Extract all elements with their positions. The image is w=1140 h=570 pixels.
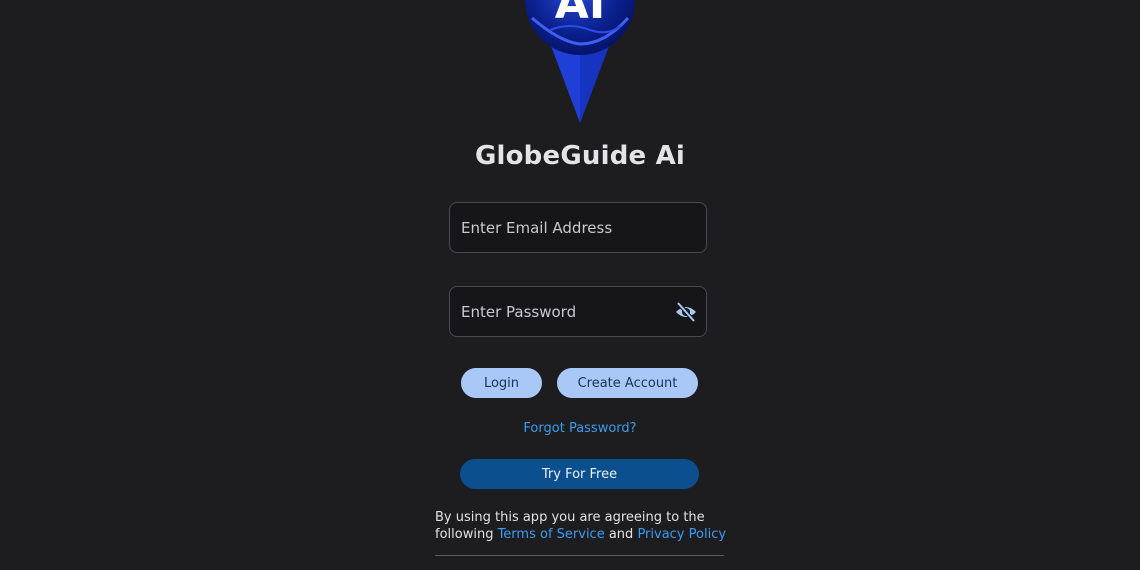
password-field[interactable] (449, 286, 707, 337)
privacy-policy-link[interactable]: Privacy Policy (637, 527, 726, 542)
app-title: GlobeGuide Ai (474, 141, 686, 171)
eye-off-icon[interactable] (674, 301, 698, 323)
email-field[interactable] (449, 202, 707, 253)
email-input[interactable] (450, 203, 706, 252)
create-account-button[interactable]: Create Account (557, 368, 698, 398)
legal-notice: By using this app you are agreeing to th… (435, 509, 735, 543)
terms-of-service-link[interactable]: Terms of Service (498, 527, 605, 542)
forgot-password-link[interactable]: Forgot Password? (480, 421, 680, 436)
divider (435, 555, 724, 556)
legal-and: and (604, 527, 638, 542)
login-page: AI GlobeGuide Ai Login Create Account Fo… (0, 0, 1140, 570)
legal-line-1: By using this app you are agreeing to th… (435, 510, 705, 525)
legal-line-2-prefix: following (435, 527, 498, 542)
logo-text: AI (554, 0, 606, 29)
password-input[interactable] (450, 287, 706, 336)
login-button[interactable]: Login (461, 368, 542, 398)
try-for-free-button[interactable]: Try For Free (460, 459, 699, 489)
